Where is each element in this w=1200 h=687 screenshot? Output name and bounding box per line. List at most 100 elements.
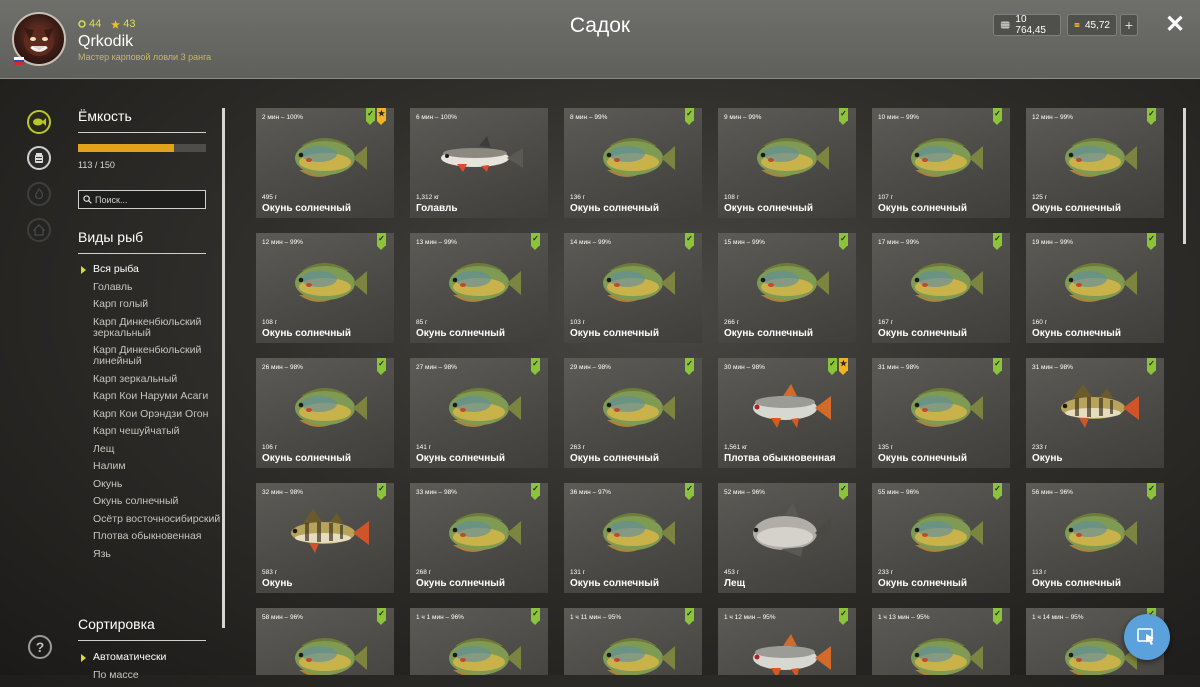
fish-name: Окунь солнечный: [1032, 578, 1121, 589]
fish-weight: 266 г: [724, 319, 739, 326]
fish-name: Окунь: [1032, 453, 1063, 464]
species-filter-item[interactable]: Лещ: [93, 444, 221, 455]
perch-icon: [279, 501, 371, 563]
home-tab[interactable]: [27, 218, 51, 242]
keepnet-bucket-tab[interactable]: [27, 146, 51, 170]
species-filter-item[interactable]: Окунь солнечный: [93, 496, 221, 507]
fish-badges: ✓: [1147, 483, 1156, 496]
fish-card[interactable]: 13 мин – 99%✓ 85 гОкунь солнечный: [410, 233, 548, 343]
species-filter-item[interactable]: Голавль: [93, 282, 221, 293]
species-filter-item[interactable]: Карп зеркальный: [93, 374, 221, 385]
species-filter-item[interactable]: Налим: [93, 461, 221, 472]
species-filter-item[interactable]: Вся рыба: [93, 264, 221, 275]
fish-card[interactable]: 32 мин – 98%✓ 583 гОкунь: [256, 483, 394, 593]
fish-name: Плотва обыкновенная: [724, 453, 836, 464]
fish-card[interactable]: 1 ч 13 мин – 95%✓: [872, 608, 1010, 675]
catch-time: 1 ч 11 мин – 95%: [570, 614, 621, 621]
fish-card[interactable]: 56 мин – 96%✓ 113 гОкунь солнечный: [1026, 483, 1164, 593]
help-button[interactable]: ?: [28, 635, 52, 659]
catch-time: 1 ч 12 мин – 95%: [724, 614, 776, 621]
fish-weight: 1,561 кг: [724, 444, 747, 451]
grid-scrollbar[interactable]: [1183, 108, 1186, 244]
species-filter-item[interactable]: Карп голый: [93, 299, 221, 310]
silver-value: 10 764,45: [1015, 14, 1054, 36]
species-filter-item[interactable]: Карп Кои Наруми Асаги: [93, 391, 221, 402]
species-filter-item[interactable]: Карп Динкенбюльский линейный: [93, 345, 221, 367]
star-bookmark-icon: ★: [377, 108, 386, 121]
sunfish-icon: [1049, 251, 1141, 313]
filter-panel-scrollbar[interactable]: [222, 108, 225, 628]
fish-card[interactable]: 17 мин – 99%✓ 167 гОкунь солнечный: [872, 233, 1010, 343]
fish-card[interactable]: 10 мин – 99%✓ 107 гОкунь солнечный: [872, 108, 1010, 218]
catch-time: 8 мин – 99%: [570, 114, 607, 121]
species-filter-item[interactable]: Плотва обыкновенная: [93, 531, 221, 542]
fish-card[interactable]: 31 мин – 98%✓ 135 гОкунь солнечный: [872, 358, 1010, 468]
species-filter-item[interactable]: Карп Кои Орэндзи Огон: [93, 409, 221, 420]
species-filter-item[interactable]: Язь: [93, 549, 221, 560]
fish-badges: ✓: [531, 358, 540, 371]
fish-card[interactable]: 1 ч 1 мин – 96%✓: [410, 608, 548, 675]
fish-name: Окунь солнечный: [878, 203, 967, 214]
species-filter-item[interactable]: Карп чешуйчатый: [93, 426, 221, 437]
fish-weight: 583 г: [262, 569, 277, 576]
fish-name: Окунь солнечный: [724, 203, 813, 214]
fish-card[interactable]: 52 мин – 96%✓ 453 гЛещ: [718, 483, 856, 593]
cursor-mode-button[interactable]: [1124, 614, 1170, 660]
fish-name: Окунь солнечный: [878, 578, 967, 589]
bream-icon: [741, 501, 833, 563]
fish-card[interactable]: 36 мин – 97%✓ 131 гОкунь солнечный: [564, 483, 702, 593]
fish-card[interactable]: 15 мин – 99%✓ 266 гОкунь солнечный: [718, 233, 856, 343]
capacity-title: Ёмкость: [78, 108, 132, 124]
fish-card[interactable]: 14 мин – 99%✓ 103 гОкунь солнечный: [564, 233, 702, 343]
fish-card[interactable]: 1 ч 11 мин – 95% ✓: [564, 608, 702, 675]
fish-card[interactable]: 30 мин – 98%✓★ 1,561 кгПлотва обыкновенн…: [718, 358, 856, 468]
close-button[interactable]: ✕: [1163, 12, 1187, 38]
fish-name: Окунь солнечный: [262, 203, 351, 214]
fish-card[interactable]: 55 мин – 96%✓ 233 гОкунь солнечный: [872, 483, 1010, 593]
check-bookmark-icon: ✓: [993, 233, 1002, 246]
fire-tab[interactable]: [27, 182, 51, 206]
fish-card[interactable]: 12 мин – 99%✓ 108 гОкунь солнечный: [256, 233, 394, 343]
fish-card[interactable]: 12 мин – 99%✓ 125 гОкунь солнечный: [1026, 108, 1164, 218]
fish-card[interactable]: 8 мин – 99%✓ 136 гОкунь солнечный: [564, 108, 702, 218]
keepnet-fish-tab[interactable]: [27, 110, 51, 134]
species-filter-item[interactable]: Осётр восточносибирский: [93, 514, 221, 525]
sort-option[interactable]: По массе: [93, 670, 166, 681]
fish-card[interactable]: 27 мин – 98%✓ 141 гОкунь солнечный: [410, 358, 548, 468]
check-icon: ✓: [685, 108, 694, 120]
fish-card[interactable]: 9 мин – 99%✓ 108 гОкунь солнечный: [718, 108, 856, 218]
fish-card[interactable]: 33 мин – 98%✓ 268 гОкунь солнечный: [410, 483, 548, 593]
fish-card[interactable]: 19 мин – 99%✓ 160 гОкунь солнечный: [1026, 233, 1164, 343]
fish-card[interactable]: 58 мин – 96%✓: [256, 608, 394, 675]
fish-card[interactable]: 2 мин – 100%✓★ 495 гОкунь солнечный: [256, 108, 394, 218]
fish-weight: 233 г: [878, 569, 893, 576]
fish-badges: ✓★: [366, 108, 386, 121]
catch-time: 1 ч 1 мин – 96%: [416, 614, 464, 621]
fish-card[interactable]: 29 мин – 98%✓ 263 гОкунь солнечный: [564, 358, 702, 468]
fish-card[interactable]: 6 мин – 100% 1,312 кгГолавль: [410, 108, 548, 218]
check-icon: ✓: [828, 358, 837, 370]
check-icon: ✓: [1147, 233, 1156, 245]
fish-card[interactable]: 1 ч 12 мин – 95%✓: [718, 608, 856, 675]
fish-badges: ✓: [531, 483, 540, 496]
fish-card[interactable]: 31 мин – 98%✓ 233 гОкунь: [1026, 358, 1164, 468]
check-bookmark-icon: ✓: [377, 233, 386, 246]
sunfish-icon: [433, 251, 525, 313]
check-bookmark-icon: ✓: [685, 483, 694, 496]
fish-name: Окунь солнечный: [1032, 203, 1121, 214]
sunfish-icon: [279, 126, 371, 188]
species-filter-item[interactable]: Карп Динкенбюльский зеркальный: [93, 317, 221, 339]
check-icon: ✓: [1147, 108, 1156, 120]
catch-time: 31 мин – 98%: [1032, 364, 1073, 371]
sort-option[interactable]: Автоматически: [93, 652, 166, 663]
fish-weight: 141 г: [416, 444, 431, 451]
check-bookmark-icon: ✓: [685, 608, 694, 621]
add-currency-button[interactable]: +: [1120, 14, 1138, 36]
cursor-icon: [1136, 626, 1158, 648]
catch-time: 26 мин – 98%: [262, 364, 303, 371]
sunfish-icon: [895, 626, 987, 675]
species-filter-item[interactable]: Окунь: [93, 479, 221, 490]
search-input[interactable]: Поиск...: [78, 190, 206, 209]
sunfish-icon: [895, 251, 987, 313]
fish-card[interactable]: 26 мин – 98%✓ 106 гОкунь солнечный: [256, 358, 394, 468]
